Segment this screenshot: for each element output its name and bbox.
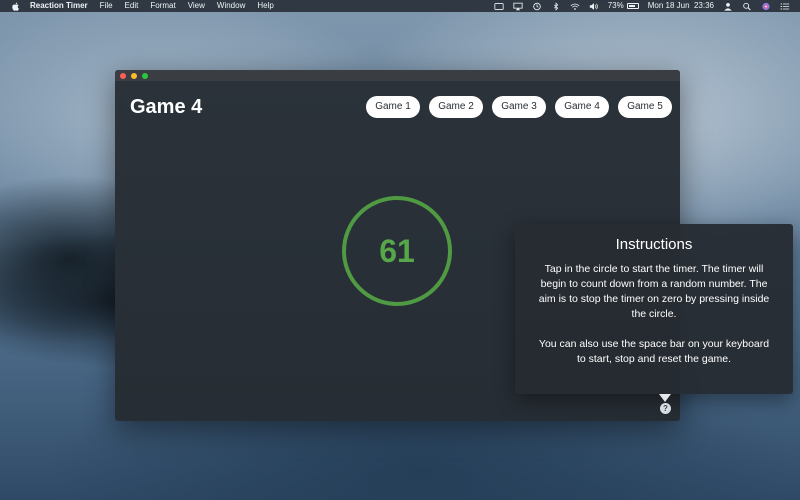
instructions-title: Instructions [615,236,693,253]
menu-help[interactable]: Help [257,0,273,12]
tab-game-5[interactable]: Game 5 [618,96,672,118]
tab-game-1[interactable]: Game 1 [366,96,420,118]
page-title: Game 4 [130,96,203,118]
notification-center-icon[interactable] [780,2,790,11]
menu-window[interactable]: Window [217,0,245,12]
zoom-window-button[interactable] [142,73,148,79]
minimize-window-button[interactable] [131,73,137,79]
volume-icon[interactable] [589,2,599,11]
bluetooth-icon[interactable] [551,1,561,11]
user-icon[interactable] [723,2,733,11]
spotlight-icon[interactable] [742,2,752,11]
app-name-menu[interactable]: Reaction Timer [30,0,88,12]
instructions-popover: Instructions Tap in the circle to start … [515,224,793,394]
tab-game-4[interactable]: Game 4 [555,96,609,118]
close-window-button[interactable] [120,73,126,79]
tab-game-2[interactable]: Game 2 [429,96,483,118]
title-bar[interactable] [115,70,680,81]
tab-game-3[interactable]: Game 3 [492,96,546,118]
menu-bar: Reaction Timer File Edit Format View Win… [0,0,800,12]
popover-arrow [659,394,671,402]
timer-circle[interactable]: 61 [342,196,452,306]
menu-format[interactable]: Format [150,0,175,12]
instructions-paragraph-2: You can also use the space bar on your k… [538,338,770,365]
screen-mirror-icon[interactable] [494,2,504,11]
airplay-icon[interactable] [513,2,523,11]
instructions-paragraph-1: Tap in the circle to start the timer. Th… [538,263,770,320]
time-machine-icon[interactable] [532,2,542,11]
timer-value: 61 [379,233,415,269]
menu-file[interactable]: File [100,0,113,12]
menu-view[interactable]: View [188,0,205,12]
wifi-icon[interactable] [570,2,580,11]
help-button[interactable]: ? [660,403,671,414]
clock[interactable]: Mon 18 Jun 23:36 [648,0,714,12]
status-menus: 73% Mon 18 Jun 23:36 [485,0,790,12]
menu-edit[interactable]: Edit [125,0,139,12]
apple-menu-icon[interactable] [12,2,20,11]
battery-icon[interactable] [626,3,639,9]
game-tabs: Game 1 Game 2 Game 3 Game 4 Game 5 [366,96,680,118]
battery-percent: 73% [607,1,624,10]
siri-icon[interactable] [761,2,771,11]
